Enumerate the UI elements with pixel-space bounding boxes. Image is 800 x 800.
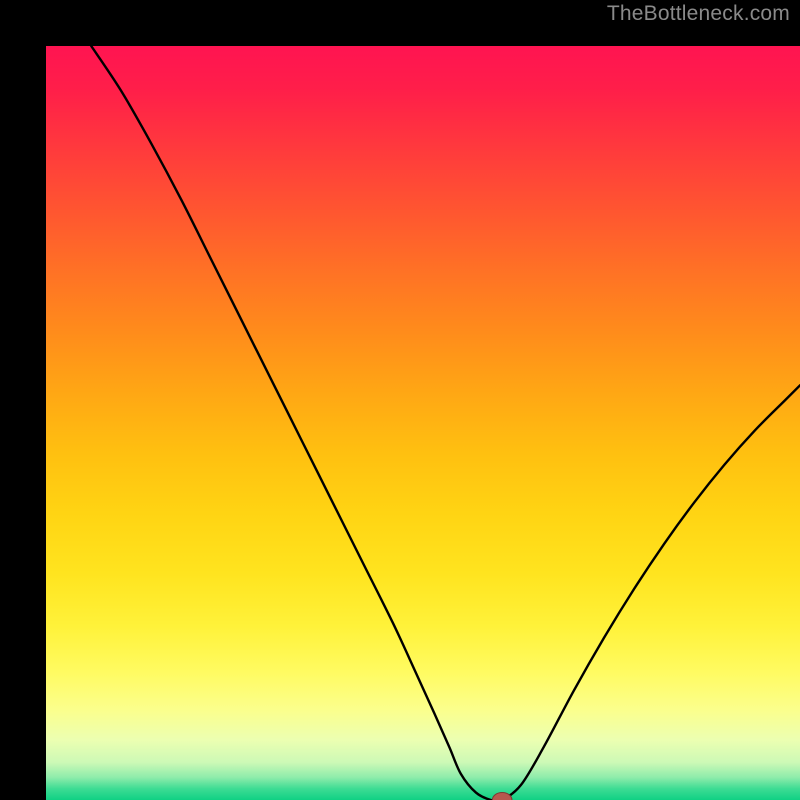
watermark-label: TheBottleneck.com	[607, 2, 790, 26]
chart-frame	[0, 0, 800, 800]
bottleneck-plot	[46, 46, 800, 800]
